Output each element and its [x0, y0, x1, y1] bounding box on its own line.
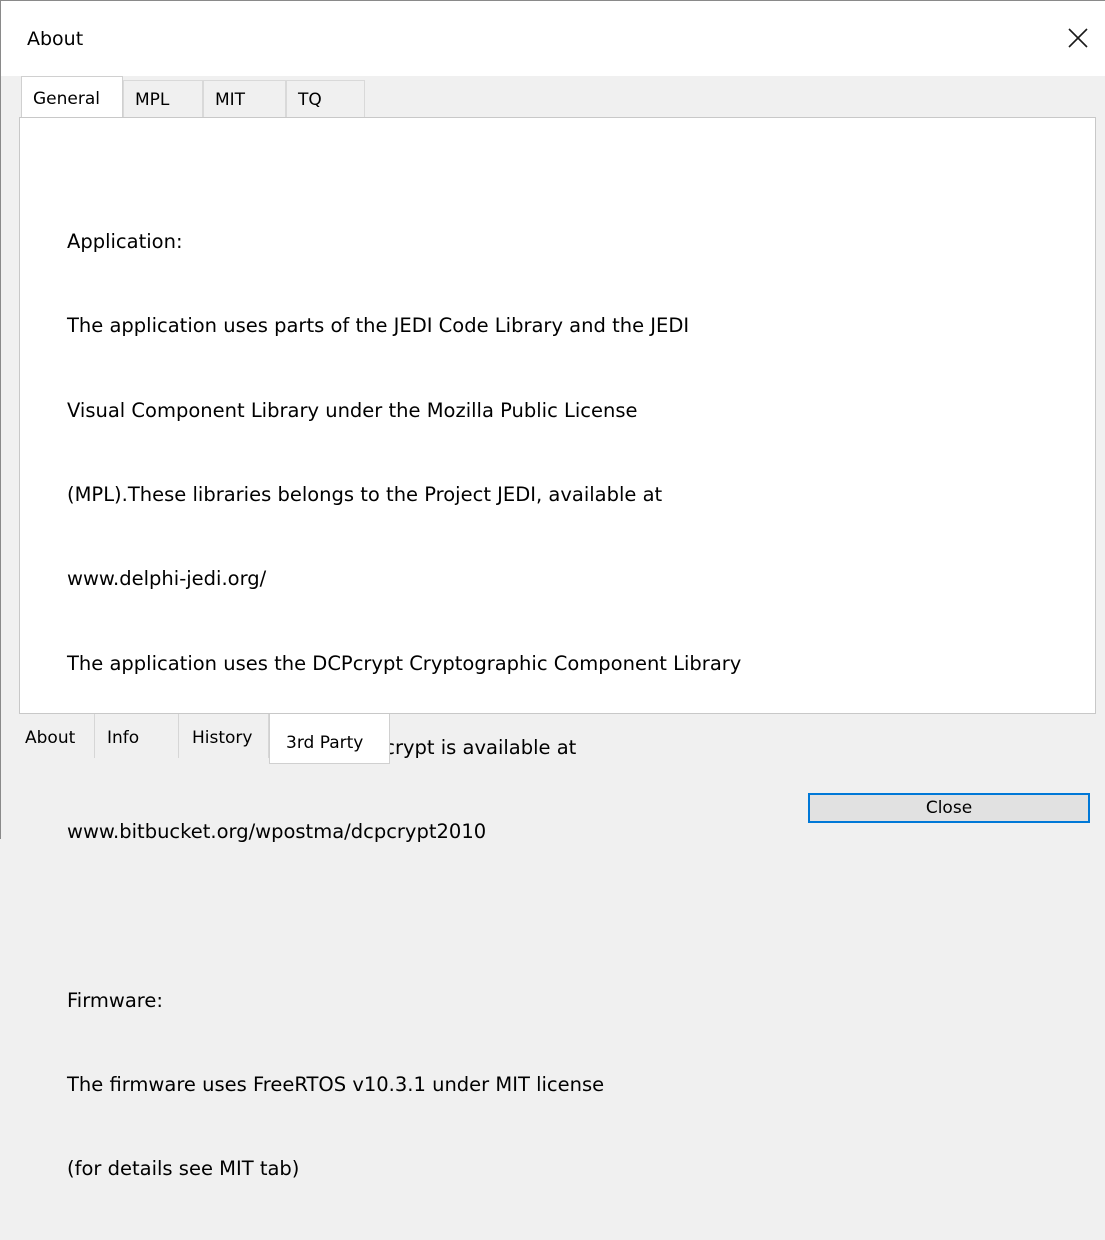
tab-history[interactable]: History [179, 714, 269, 758]
text-line: Firmware: [67, 988, 163, 1012]
text-line: Visual Component Library under the Mozil… [67, 398, 638, 422]
window-title: About [27, 28, 84, 50]
title-bar: About [1, 1, 1105, 76]
text-line: www.bitbucket.org/wpostma/dcpcrypt2010 [67, 820, 487, 844]
text-line: (MPL).These libraries belongs to the Pro… [67, 483, 663, 507]
tab-label: MIT [215, 90, 246, 110]
text-line: www.delphi-jedi.org/ [67, 567, 267, 591]
tab-label: General [33, 89, 100, 109]
text-line: The application uses the DCPcrypt Crypto… [67, 651, 742, 675]
general-tab-panel: Application: The application uses parts … [19, 117, 1096, 1180]
text-line [67, 902, 741, 930]
tab-label: TQ [298, 90, 322, 110]
text-line: Application: [67, 230, 183, 254]
text-line: (for details see MIT tab) [67, 1157, 300, 1181]
tab-mpl[interactable]: MPL [123, 80, 203, 118]
tab-3rd-party[interactable]: 3rd Party [269, 714, 390, 764]
text-line: The firmware uses FreeRTOS v10.3.1 under… [67, 1073, 605, 1096]
tab-info[interactable]: Info [95, 714, 179, 758]
tab-label: Info [107, 728, 140, 748]
tab-label: MPL [135, 90, 170, 110]
third-party-license-text: Application: The application uses parts … [67, 172, 741, 1240]
tab-label: History [192, 728, 253, 748]
tab-general[interactable]: General [21, 76, 123, 118]
about-dialog: About General MPL MIT TQ Application: Th… [0, 0, 1105, 1180]
close-icon[interactable] [1057, 19, 1097, 59]
tab-label: 3rd Party [286, 733, 364, 753]
close-button[interactable]: Close [808, 793, 1090, 823]
tab-mit[interactable]: MIT [203, 80, 286, 118]
text-line: The application uses parts of the JEDI C… [67, 314, 690, 338]
tab-label: About [25, 728, 76, 748]
tab-tq[interactable]: TQ [286, 80, 365, 118]
tab-about[interactable]: About [19, 714, 95, 758]
